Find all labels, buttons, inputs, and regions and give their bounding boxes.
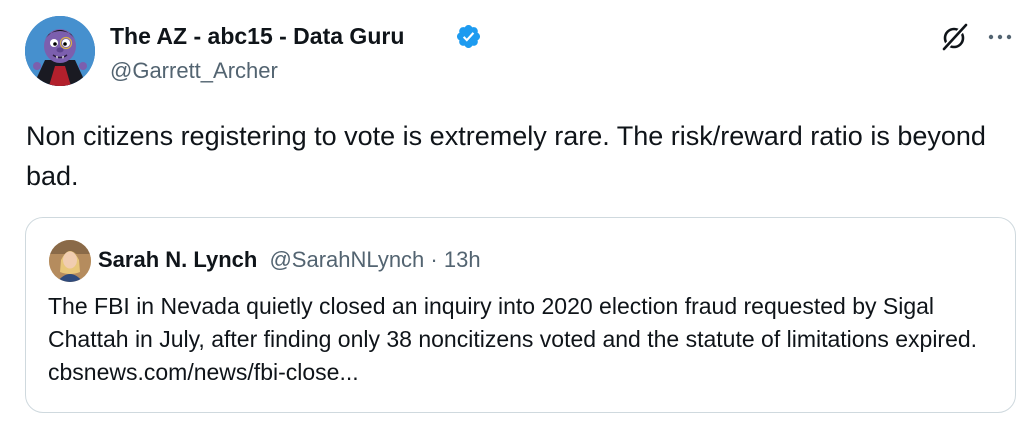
tweet-text: Non citizens registering to vote is extr… — [26, 121, 986, 191]
quoted-author-avatar[interactable] — [49, 240, 91, 282]
quoted-tweet-text: The FBI in Nevada quietly closed an inqu… — [48, 293, 978, 385]
quoted-tweet-card[interactable]: Sarah N. Lynch @SarahNLynch · 13h The FB… — [25, 217, 1016, 413]
more-options-icon[interactable] — [985, 22, 1015, 52]
verified-badge-icon — [456, 24, 481, 49]
quoted-author-handle[interactable]: @SarahNLynch — [269, 247, 424, 272]
author-avatar[interactable] — [25, 16, 95, 86]
meta-separator: · — [424, 247, 444, 272]
quoted-tweet-timestamp[interactable]: 13h — [444, 247, 481, 272]
quoted-tweet-header: Sarah N. Lynch @SarahNLynch · 13h — [98, 245, 481, 275]
sarah-lynch-avatar-icon — [49, 240, 91, 282]
grok-icon[interactable] — [940, 22, 970, 52]
quoted-author-display-name[interactable]: Sarah N. Lynch — [98, 247, 257, 272]
tweet: The AZ - abc15 - Data Guru @Garrett_Arch… — [0, 0, 1036, 447]
author-handle[interactable]: @Garrett_Archer — [110, 57, 278, 85]
count-avatar-icon — [25, 16, 95, 86]
author-display-name[interactable]: The AZ - abc15 - Data Guru — [110, 21, 404, 51]
